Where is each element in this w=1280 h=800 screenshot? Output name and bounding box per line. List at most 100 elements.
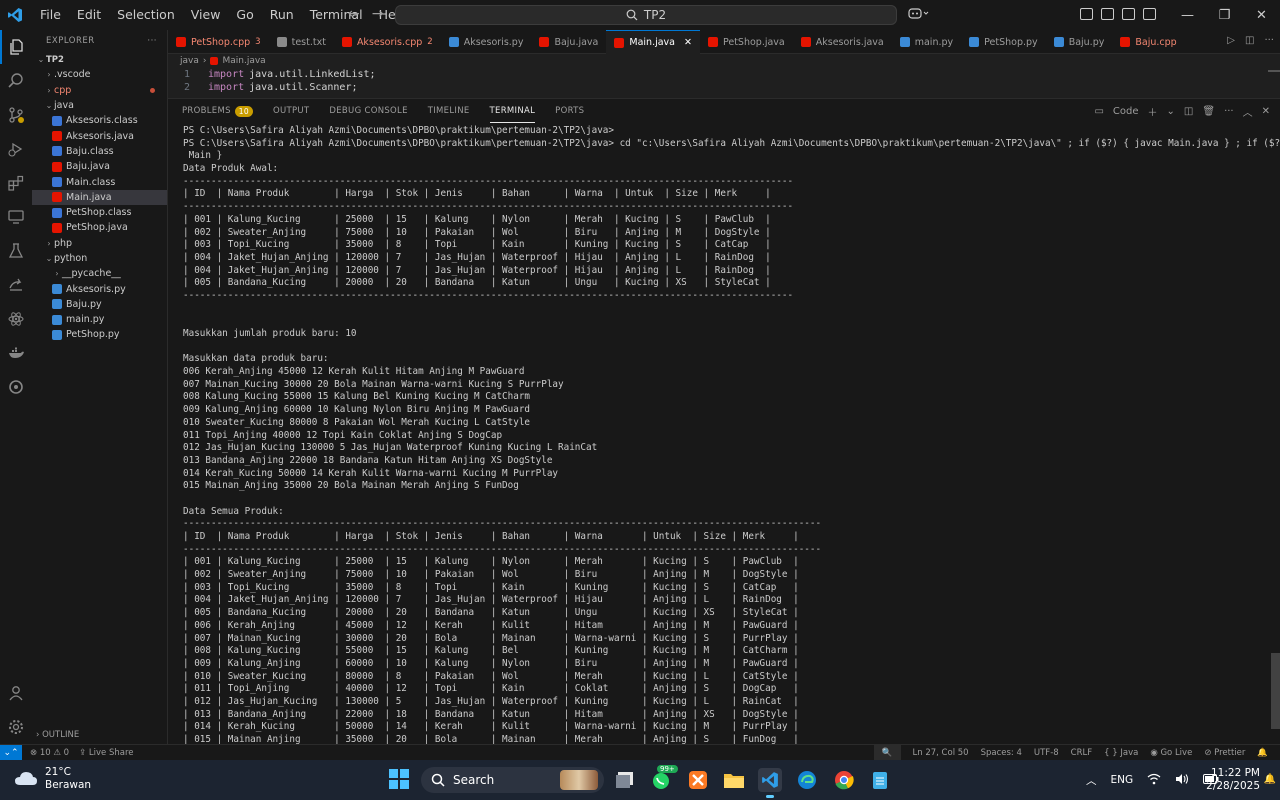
editor-tab[interactable]: Main.java ✕: [606, 30, 700, 54]
menu-run[interactable]: Run: [262, 0, 302, 30]
source-control-icon[interactable]: [0, 98, 32, 132]
editor-tab[interactable]: Aksesoris.java: [793, 30, 892, 54]
testing-icon[interactable]: [0, 234, 32, 268]
language-mode[interactable]: { } Java: [1104, 748, 1138, 758]
remote-explorer-icon[interactable]: [0, 200, 32, 234]
terminal-shell-icon[interactable]: ▭: [1094, 106, 1103, 117]
volume-icon[interactable]: [1175, 773, 1189, 788]
tree-item[interactable]: main.py: [32, 312, 167, 327]
panel-tab[interactable]: PORTS: [555, 99, 584, 123]
menu-edit[interactable]: Edit: [69, 0, 109, 30]
notifications-bell-icon[interactable]: 🔔: [1257, 748, 1268, 758]
forward-arrow-icon[interactable]: →: [372, 6, 384, 22]
more-actions-icon[interactable]: ···: [1224, 106, 1234, 117]
more-actions-icon[interactable]: ···: [1264, 35, 1274, 46]
go-live-button[interactable]: ◉ Go Live: [1150, 748, 1192, 758]
editor-tab[interactable]: PetShop.java: [700, 30, 793, 54]
tree-item[interactable]: ⌄ java: [32, 98, 167, 113]
file-explorer-icon[interactable]: [722, 768, 746, 792]
tree-item[interactable]: › cpp: [32, 83, 167, 98]
tree-item[interactable]: › php: [32, 236, 167, 251]
terminal-scrollbar[interactable]: [1271, 653, 1280, 729]
live-share-icon[interactable]: [0, 268, 32, 302]
panel-tab[interactable]: TERMINAL: [489, 99, 536, 123]
close-tab-icon[interactable]: ✕: [684, 37, 692, 48]
outline-section[interactable]: › OUTLINE: [32, 730, 168, 744]
menu-go[interactable]: Go: [228, 0, 261, 30]
menu-selection[interactable]: Selection: [109, 0, 183, 30]
maximize-icon[interactable]: ❐: [1206, 0, 1243, 30]
close-icon[interactable]: ✕: [1243, 0, 1280, 30]
tree-item[interactable]: Aksesoris.py: [32, 281, 167, 296]
menu-file[interactable]: File: [32, 0, 69, 30]
kill-terminal-icon[interactable]: 🗑: [1202, 106, 1215, 117]
wifi-icon[interactable]: [1147, 773, 1161, 788]
back-arrow-icon[interactable]: ←: [348, 6, 360, 22]
panel-tab[interactable]: PROBLEMS 10: [182, 99, 253, 123]
vscode-taskbar-icon[interactable]: [758, 768, 782, 792]
tree-item[interactable]: ⌄ TP2: [32, 52, 167, 67]
encoding[interactable]: UTF-8: [1034, 748, 1059, 758]
terminal-output[interactable]: PS C:\Users\Safira Aliyah Azmi\Documents…: [183, 125, 1280, 759]
editor-tab[interactable]: test.txt: [269, 30, 334, 54]
account-icon[interactable]: [0, 676, 32, 710]
prettier-status[interactable]: ⊘ Prettier: [1204, 748, 1245, 758]
close-panel-icon[interactable]: ✕: [1262, 106, 1270, 117]
code-editor[interactable]: java › Main.java 1 import java.util.Link…: [168, 54, 1280, 98]
xampp-icon[interactable]: [686, 768, 710, 792]
toggle-sidebar-icon[interactable]: [1101, 8, 1114, 20]
settings-gear-icon[interactable]: [0, 710, 32, 744]
zoom-icon[interactable]: 🔍: [873, 745, 901, 761]
panel-tab[interactable]: OUTPUT: [273, 99, 309, 123]
tree-item[interactable]: PetShop.class: [32, 205, 167, 220]
minimap[interactable]: [1268, 70, 1280, 72]
notification-center-icon[interactable]: 🔔: [1264, 774, 1276, 785]
toggle-secondary-sidebar-icon[interactable]: [1143, 8, 1156, 20]
terminal-shell-label[interactable]: Code: [1113, 106, 1139, 117]
maximize-panel-icon[interactable]: ︿: [1243, 104, 1253, 119]
clock[interactable]: 11:22 PM 2/28/2025: [1206, 767, 1260, 793]
input-language[interactable]: ENG: [1111, 774, 1134, 786]
editor-tab[interactable]: Aksesoris.cpp 2: [334, 30, 441, 54]
run-debug-icon[interactable]: [0, 132, 32, 166]
chevron-down-icon[interactable]: ⌄: [1167, 106, 1175, 117]
gitlens-icon[interactable]: [0, 370, 32, 404]
live-share-status[interactable]: ⇪ Live Share: [79, 748, 133, 758]
editor-tab[interactable]: PetShop.cpp 3: [168, 30, 269, 54]
more-actions-icon[interactable]: ···: [147, 36, 157, 46]
menu-view[interactable]: View: [183, 0, 229, 30]
split-terminal-icon[interactable]: ◫: [1184, 106, 1193, 117]
remote-indicator-icon[interactable]: ⌄⌃: [0, 744, 22, 761]
line-ending[interactable]: CRLF: [1071, 748, 1092, 758]
tree-item[interactable]: Baju.py: [32, 297, 167, 312]
edge-icon[interactable]: [795, 768, 819, 792]
tree-item[interactable]: PetShop.java: [32, 220, 167, 235]
customize-layout-icon[interactable]: [1080, 8, 1093, 20]
editor-tab[interactable]: Baju.java: [531, 30, 606, 54]
task-view-icon[interactable]: [613, 768, 637, 792]
editor-tab[interactable]: PetShop.py: [961, 30, 1046, 54]
editor-tab[interactable]: main.py: [892, 30, 961, 54]
tree-item[interactable]: ⌄ python: [32, 251, 167, 266]
tree-item[interactable]: Aksesoris.class: [32, 113, 167, 128]
tree-item[interactable]: › __pycache__: [32, 266, 167, 281]
editor-tab[interactable]: Aksesoris.py: [441, 30, 532, 54]
tree-item[interactable]: Baju.class: [32, 144, 167, 159]
extensions-icon[interactable]: [0, 166, 32, 200]
tree-item[interactable]: Aksesoris.java: [32, 128, 167, 143]
editor-tab[interactable]: Baju.cpp: [1112, 30, 1184, 54]
tree-item[interactable]: Main.java: [32, 189, 167, 205]
tree-item[interactable]: Main.class: [32, 174, 167, 189]
cursor-position[interactable]: Ln 27, Col 50: [913, 748, 969, 758]
notepad-icon[interactable]: [868, 768, 892, 792]
search-icon[interactable]: [0, 64, 32, 98]
breadcrumb-file[interactable]: Main.java: [222, 56, 265, 66]
toggle-panel-icon[interactable]: [1122, 8, 1135, 20]
docker-icon[interactable]: [0, 336, 32, 370]
breadcrumb-folder[interactable]: java: [180, 56, 199, 66]
chevron-up-icon[interactable]: ︿: [1086, 773, 1097, 788]
minimize-icon[interactable]: —: [1169, 0, 1206, 30]
panel-tab[interactable]: DEBUG CONSOLE: [329, 99, 407, 123]
copilot-icon[interactable]: [908, 7, 930, 23]
chrome-icon[interactable]: [832, 768, 856, 792]
